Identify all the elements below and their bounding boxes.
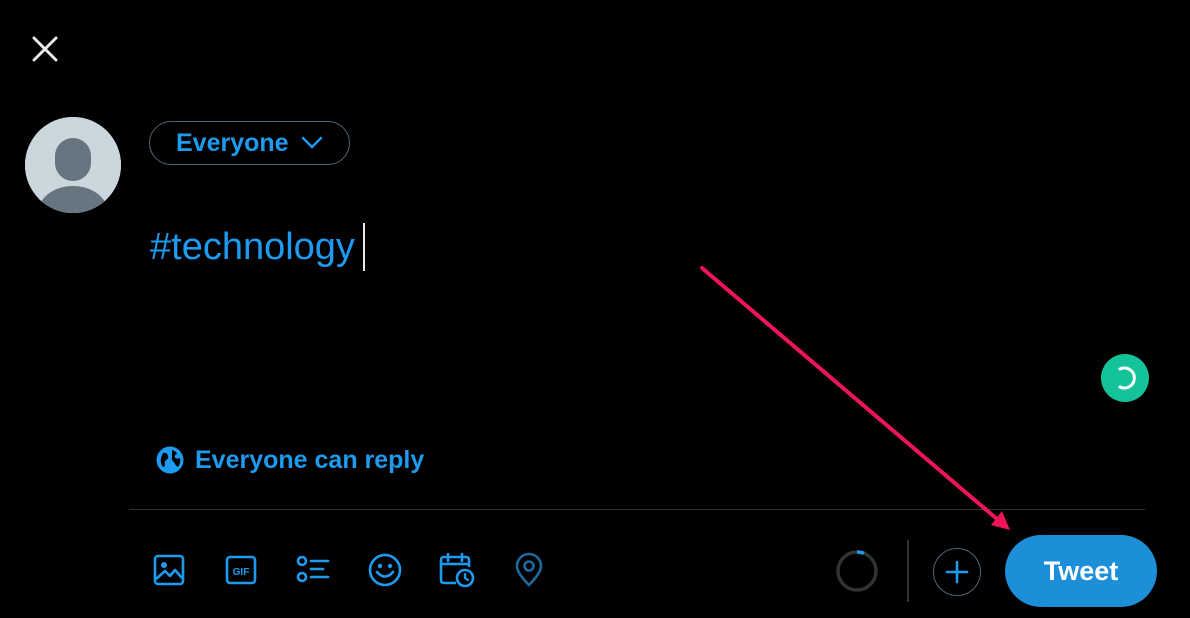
- annotation-arrow: [700, 266, 1010, 530]
- gif-icon: GIF: [225, 555, 257, 585]
- reply-setting-label: Everyone can reply: [195, 445, 425, 474]
- audience-label: Everyone: [176, 128, 289, 157]
- character-count-ring: [834, 548, 880, 594]
- gif-button[interactable]: GIF: [221, 550, 261, 590]
- emoji-button[interactable]: [365, 550, 405, 590]
- add-tweet-button[interactable]: [933, 548, 981, 596]
- avatar[interactable]: [25, 117, 121, 213]
- poll-button[interactable]: [293, 550, 333, 590]
- grammarly-button[interactable]: [1101, 354, 1149, 402]
- compose-tweet-dialog: Everyone #technology Everyone can reply: [0, 0, 1190, 618]
- schedule-icon: [439, 552, 475, 588]
- text-caret: [362, 223, 365, 271]
- audience-selector[interactable]: Everyone: [149, 121, 350, 165]
- chevron-down-icon: [301, 136, 322, 149]
- divider: [129, 509, 1145, 510]
- emoji-icon: [368, 553, 402, 587]
- close-icon: [32, 36, 58, 62]
- location-button[interactable]: [509, 550, 549, 590]
- globe-icon: [156, 446, 184, 474]
- tweet-button[interactable]: Tweet: [1005, 535, 1157, 607]
- tweet-textarea[interactable]: #technology: [150, 222, 365, 272]
- close-button[interactable]: [26, 30, 64, 68]
- toolbar-separator: [907, 540, 909, 602]
- reply-setting-button[interactable]: Everyone can reply: [155, 445, 424, 475]
- svg-text:GIF: GIF: [233, 567, 250, 578]
- poll-icon: [296, 555, 330, 583]
- default-avatar-icon: [25, 117, 121, 213]
- hashtag-text: #technology: [150, 225, 355, 268]
- grammarly-icon: [1118, 366, 1136, 390]
- schedule-button[interactable]: [437, 550, 477, 590]
- image-icon: [153, 554, 185, 586]
- tweet-button-label: Tweet: [1043, 555, 1119, 586]
- location-icon: [515, 552, 543, 587]
- plus-icon: [945, 560, 969, 584]
- media-button[interactable]: [149, 550, 189, 590]
